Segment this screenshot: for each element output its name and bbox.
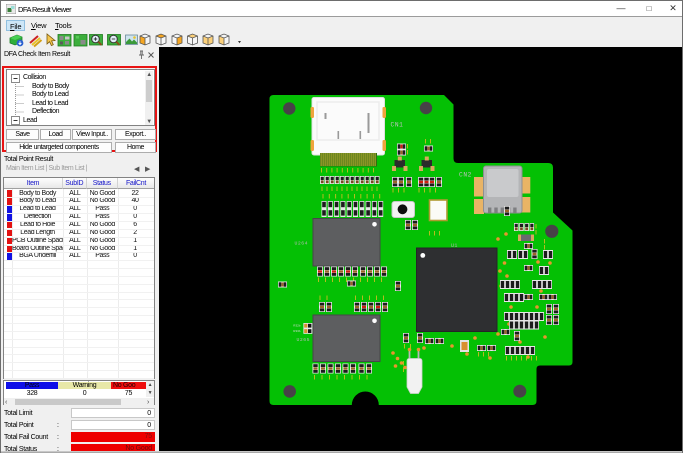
svg-text:U1: U1: [451, 243, 458, 249]
svg-text:R32b: R32b: [293, 323, 301, 327]
svg-text:CN1: CN1: [391, 122, 404, 129]
svg-text:R33b: R33b: [293, 329, 301, 333]
svg-text:U264: U264: [295, 241, 309, 247]
svg-text:U265: U265: [297, 337, 311, 343]
svg-text:CN2: CN2: [459, 172, 472, 179]
